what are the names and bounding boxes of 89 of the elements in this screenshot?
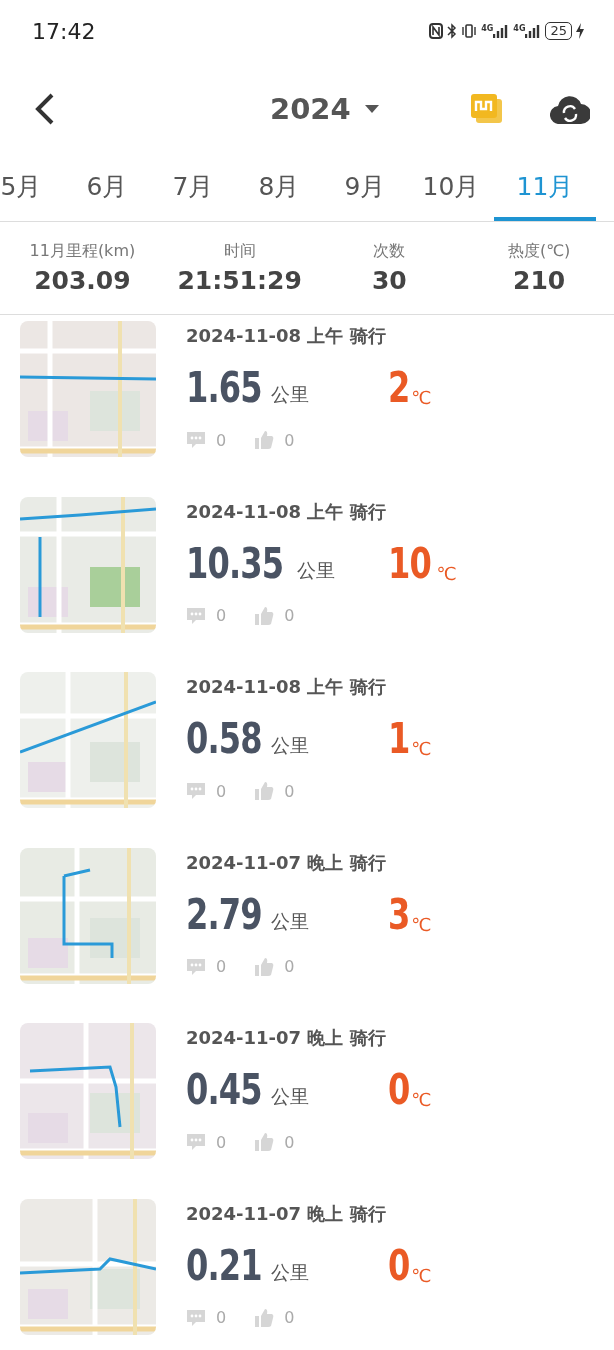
ride-item[interactable]: 2024-11-08 上午 骑行 0.58 公里 1℃ 0 0: [0, 672, 614, 848]
comment-icon[interactable]: [186, 1307, 206, 1328]
thumbs-up-icon[interactable]: [254, 781, 275, 801]
heat-unit: ℃: [436, 562, 457, 584]
comment-count: 0: [216, 1308, 227, 1327]
stat-value: 21:51:29: [177, 266, 302, 295]
ride-item[interactable]: 2024-11-08 上午 骑行 10.35 公里 10℃ 0 0: [0, 496, 614, 672]
heat-value: 1: [388, 717, 410, 761]
distance-unit: 公里: [271, 382, 310, 407]
ride-item[interactable]: 2024-11-07 晚上 骑行 0.21 公里 0℃ 0 0: [0, 1198, 614, 1350]
thumbs-up-icon[interactable]: [254, 430, 275, 450]
comment-icon[interactable]: [186, 605, 206, 626]
ride-title: 2024-11-07 晚上 骑行: [186, 1026, 387, 1050]
like-count: 0: [284, 430, 295, 450]
month-tab[interactable]: 9月: [322, 155, 408, 221]
distance-value: 1.65: [186, 366, 262, 410]
like-count: 0: [284, 606, 295, 625]
heat-unit: ℃: [411, 1089, 432, 1110]
stat-label: 11月里程(km): [29, 241, 136, 262]
ride-title: 2024-11-08 上午 骑行: [186, 324, 387, 348]
heat-unit: ℃: [411, 387, 432, 408]
comment-count: 0: [216, 1132, 227, 1152]
like-count: 0: [284, 1132, 295, 1152]
vibrate-icon: [461, 23, 478, 39]
stat-label: 热度(℃): [507, 241, 571, 262]
distance-unit: 公里: [296, 557, 335, 583]
stat-label: 次数: [373, 241, 406, 262]
distance-unit: 公里: [271, 908, 310, 934]
thumbs-up-icon[interactable]: [254, 605, 275, 626]
battery-indicator: 25: [545, 22, 572, 40]
ride-title: 2024-11-07 晚上 骑行: [186, 1201, 387, 1226]
back-icon[interactable]: [34, 91, 56, 126]
nfc-icon: [429, 23, 444, 39]
heat-unit: ℃: [411, 738, 432, 759]
bluetooth-icon: [447, 23, 458, 39]
ride-title: 2024-11-07 晚上 骑行: [186, 850, 387, 875]
route-badge-icon[interactable]: [470, 92, 504, 125]
month-tab[interactable]: 5月: [0, 155, 64, 221]
distance-unit: 公里: [271, 1259, 310, 1285]
thumbs-up-icon[interactable]: [254, 1307, 275, 1328]
year-dropdown[interactable]: 2024: [270, 91, 379, 126]
distance-unit: 公里: [271, 1084, 310, 1109]
ride-item[interactable]: 2024-11-07 晚上 骑行 0.45 公里 0℃ 0 0: [0, 1023, 614, 1199]
stat-value: 210: [513, 266, 566, 295]
month-tab[interactable]: 10月: [408, 155, 494, 221]
thumbs-up-icon[interactable]: [254, 1132, 275, 1152]
clock-time: 17:42: [32, 18, 96, 44]
heat-value: 0: [388, 1068, 410, 1112]
distance-value: 0.21: [186, 1243, 262, 1288]
ride-title: 2024-11-08 上午 骑行: [186, 675, 387, 699]
comment-icon[interactable]: [186, 781, 206, 801]
stat-label: 时间: [223, 241, 256, 262]
month-tab[interactable]: 7月: [150, 155, 236, 221]
heat-unit: ℃: [411, 913, 432, 935]
heat-unit: ℃: [411, 1264, 432, 1286]
month-tab[interactable]: 6月: [64, 155, 150, 221]
like-count: 0: [284, 1308, 295, 1327]
distance-value: 0.45: [186, 1068, 262, 1112]
caret-icon: [364, 104, 379, 113]
comment-icon[interactable]: [186, 956, 206, 977]
stat-value: 30: [371, 266, 407, 295]
like-count: 0: [284, 957, 295, 976]
signal-icon: [525, 24, 542, 38]
network-label: 4G: [513, 24, 526, 33]
ride-title: 2024-11-08 上午 骑行: [186, 499, 387, 524]
stat-value: 203.09: [34, 266, 131, 295]
signal-icon: [493, 24, 510, 38]
ride-item[interactable]: 2024-11-08 上午 骑行 1.65 公里 2℃ 0 0: [0, 321, 614, 497]
heat-value: 0: [388, 1243, 410, 1288]
heat-value: 2: [388, 366, 410, 410]
comment-icon[interactable]: [186, 1132, 206, 1152]
ride-item[interactable]: 2024-11-07 晚上 骑行 2.79 公里 3℃ 0 0: [0, 847, 614, 1023]
comment-count: 0: [216, 957, 227, 976]
distance-value: 2.79: [186, 892, 262, 937]
thumbs-up-icon[interactable]: [254, 956, 275, 977]
network-label: 4G: [481, 24, 494, 33]
cloud-sync-icon[interactable]: [550, 93, 590, 124]
distance-value: 0.58: [186, 717, 262, 761]
comment-count: 0: [216, 430, 227, 450]
distance-value: 10.35: [186, 541, 284, 586]
like-count: 0: [284, 781, 295, 801]
month-tab[interactable]: 8月: [236, 155, 322, 221]
heat-value: 3: [388, 892, 410, 937]
comment-icon[interactable]: [186, 430, 206, 450]
charging-icon: [576, 23, 584, 39]
comment-count: 0: [216, 606, 227, 625]
comment-count: 0: [216, 781, 227, 801]
heat-value: 10: [388, 541, 431, 586]
distance-unit: 公里: [271, 733, 310, 758]
